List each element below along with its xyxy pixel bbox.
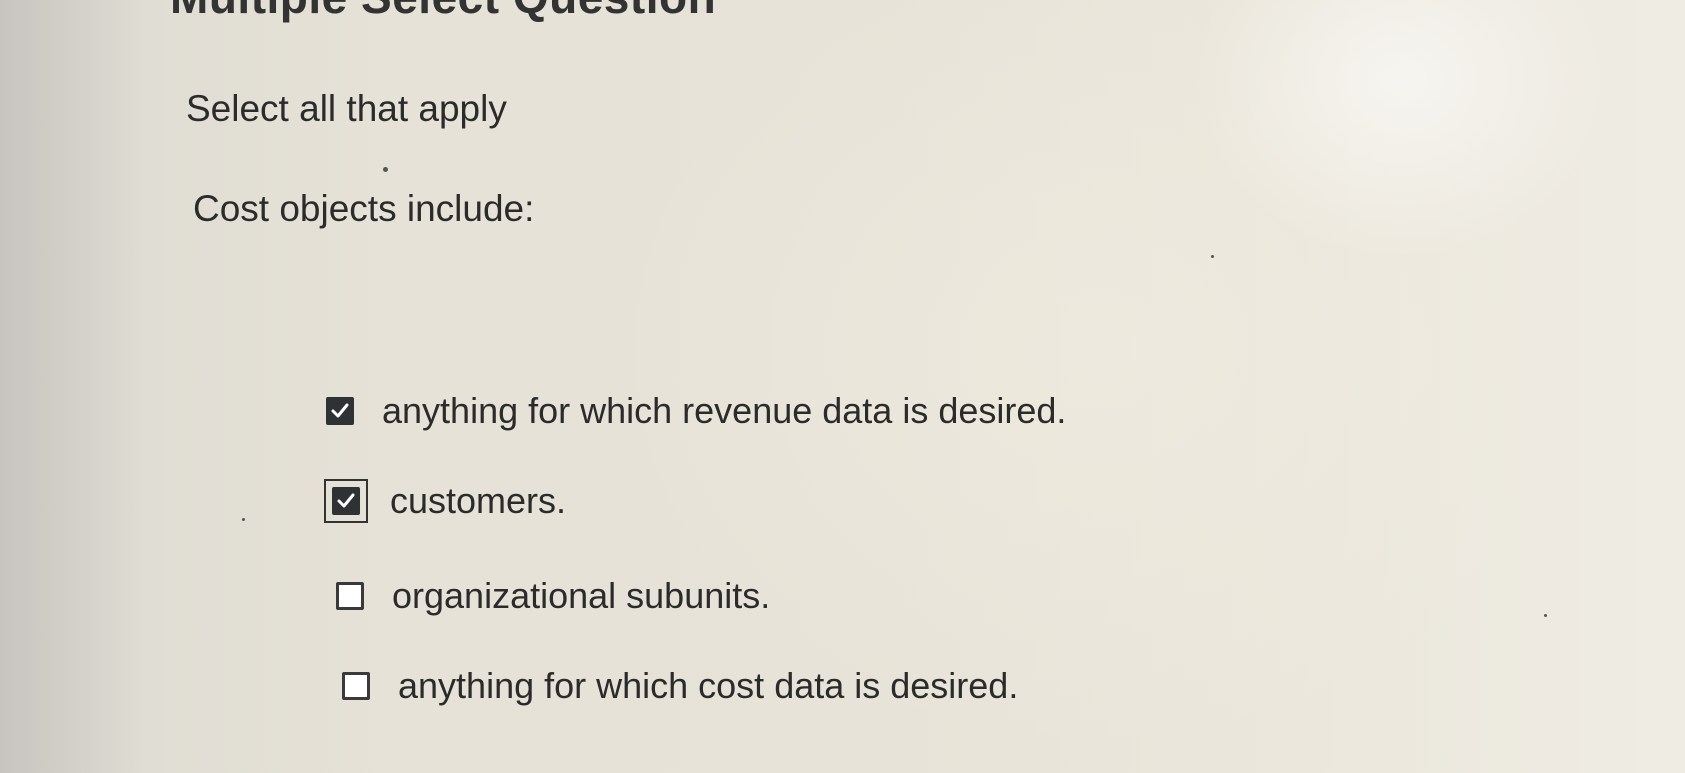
checkbox-unchecked[interactable]: [342, 672, 370, 700]
option-label: anything for which revenue data is desir…: [382, 390, 1067, 431]
option-organizational-subunits[interactable]: organizational subunits.: [336, 575, 770, 617]
option-revenue-data[interactable]: anything for which revenue data is desir…: [326, 390, 1066, 432]
checkmark-icon: [337, 493, 355, 508]
checkbox-focus-ring: [324, 479, 368, 523]
dust-speck: [242, 518, 245, 521]
question-prompt: Cost objects include:: [193, 188, 535, 229]
checkbox-unchecked[interactable]: [336, 582, 364, 610]
instruction-text: Select all that apply: [186, 88, 507, 129]
option-label: customers.: [390, 480, 567, 521]
option-label: organizational subunits.: [392, 575, 771, 616]
checkmark-icon: [331, 403, 349, 418]
dust-speck: [1544, 614, 1547, 617]
checkbox-checked[interactable]: [326, 397, 354, 425]
option-customers[interactable]: customers.: [324, 479, 566, 523]
checkbox-checked[interactable]: [332, 487, 360, 515]
screen-edge-shadow: [0, 0, 150, 773]
dust-speck: [383, 167, 388, 172]
question-type-title: Multiple Select Question: [170, 0, 716, 24]
dust-speck: [1211, 255, 1214, 258]
option-cost-data[interactable]: anything for which cost data is desired.: [342, 665, 1018, 707]
option-label: anything for which cost data is desired.: [398, 665, 1019, 706]
